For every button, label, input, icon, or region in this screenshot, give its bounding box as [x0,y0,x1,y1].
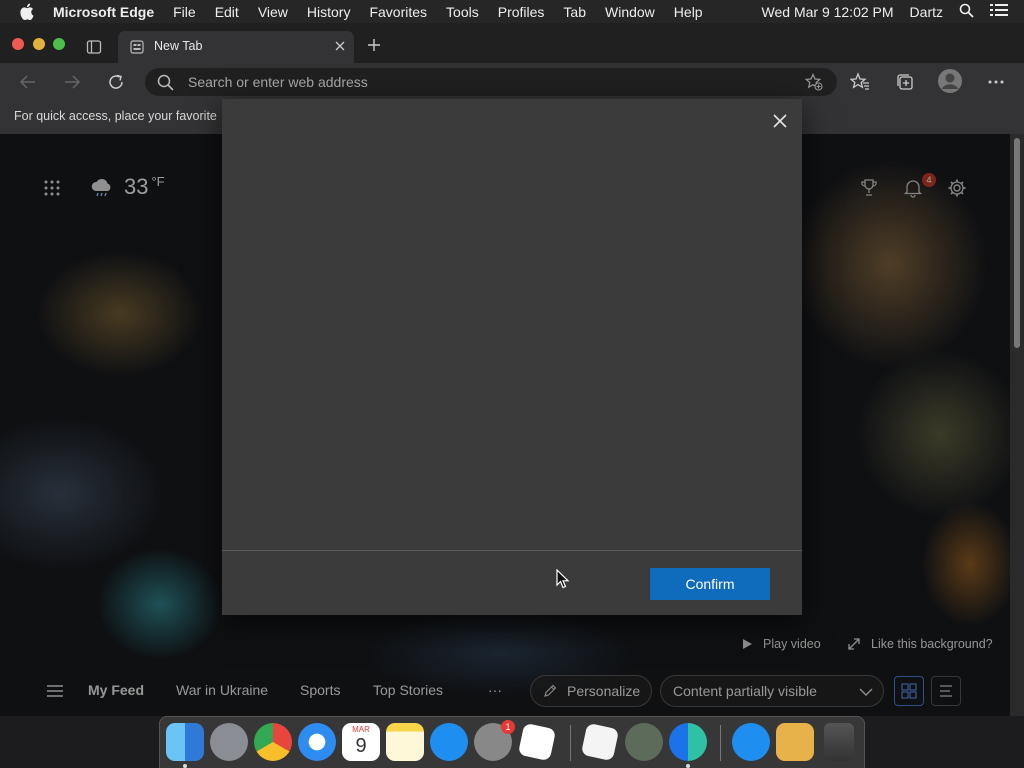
dock-roblox-icon[interactable] [517,722,557,762]
tab-title: New Tab [154,39,203,53]
tab-actions-icon[interactable] [86,39,102,58]
menu-favorites[interactable]: Favorites [369,4,427,20]
tab-close-icon[interactable] [334,40,346,55]
favorites-bar-hint: For quick access, place your favorite [14,109,217,123]
dock-app-store-icon[interactable] [430,723,468,761]
dock-launchpad-icon[interactable] [210,723,248,761]
menu-datetime[interactable]: Wed Mar 9 12:02 PM [762,4,894,20]
menu-tools[interactable]: Tools [446,4,479,20]
window-close-button[interactable] [12,38,24,50]
dock-finder-icon[interactable] [166,723,204,761]
scrollbar-thumb[interactable] [1014,138,1020,348]
window-zoom-button[interactable] [53,38,65,50]
menu-bar: Microsoft Edge File Edit View History Fa… [0,0,1024,23]
menu-window[interactable]: Window [605,4,655,20]
dialog-close-icon[interactable] [770,111,790,131]
confirm-button[interactable]: Confirm [650,568,770,600]
dock-separator-2 [720,725,721,761]
add-favorite-star-icon[interactable] [804,73,823,94]
system-preferences-badge: 1 [501,720,515,734]
profile-avatar-icon[interactable] [938,69,962,96]
menu-file[interactable]: File [173,4,196,20]
dock-automator-icon[interactable] [625,723,663,761]
more-options-icon[interactable] [986,72,1006,95]
page-scrollbar[interactable] [1010,134,1024,716]
forward-arrow-icon[interactable] [62,72,82,95]
dock-archive-utility-icon[interactable] [776,723,814,761]
calendar-day: 9 [355,735,367,757]
window-minimize-button[interactable] [33,38,45,50]
menu-tab[interactable]: Tab [563,4,586,20]
edge-running-indicator [686,764,690,768]
macos-dock: MAR 9 1 [159,716,865,768]
menu-profiles[interactable]: Profiles [498,4,545,20]
dock-app-store-folder-icon[interactable] [732,723,770,761]
collections-icon[interactable] [895,72,915,95]
new-tab-plus-icon[interactable] [366,37,382,56]
favorites-icon[interactable] [849,72,870,95]
refresh-icon[interactable] [106,72,126,95]
dock-separator [570,725,571,761]
browser-toolbar: Search or enter web address [0,63,1024,101]
tab-strip: New Tab [0,23,1024,63]
dock-safari-icon[interactable] [298,723,336,761]
spotlight-search-icon[interactable] [959,3,974,21]
dock-edge-icon[interactable] [669,723,707,761]
dock-chrome-icon[interactable] [254,723,292,761]
menu-user[interactable]: Dartz [910,4,943,20]
dock-notes-icon[interactable] [386,723,424,761]
apple-menu-icon[interactable] [19,3,37,20]
menu-view[interactable]: View [258,4,288,20]
new-tab-favicon-icon [130,40,144,57]
dock-trash-icon[interactable] [824,723,854,761]
address-search-icon [157,74,174,94]
menu-edit[interactable]: Edit [215,4,239,20]
finder-running-indicator [183,764,187,768]
tab-new-tab[interactable]: New Tab [118,31,354,63]
address-placeholder: Search or enter web address [188,74,368,90]
control-center-icon[interactable] [990,3,1008,20]
menu-app-name[interactable]: Microsoft Edge [53,4,154,20]
dock-roblox-player-icon[interactable] [580,722,620,762]
calendar-month: MAR [352,725,370,734]
address-bar[interactable]: Search or enter web address [145,68,837,96]
menu-history[interactable]: History [307,4,351,20]
dialog-modal: Confirm [222,99,802,615]
menu-help[interactable]: Help [674,4,703,20]
dock-calendar-icon[interactable]: MAR 9 [342,723,380,761]
back-arrow-icon[interactable] [18,72,38,95]
dialog-divider [222,550,802,551]
mouse-cursor-icon [556,568,570,592]
